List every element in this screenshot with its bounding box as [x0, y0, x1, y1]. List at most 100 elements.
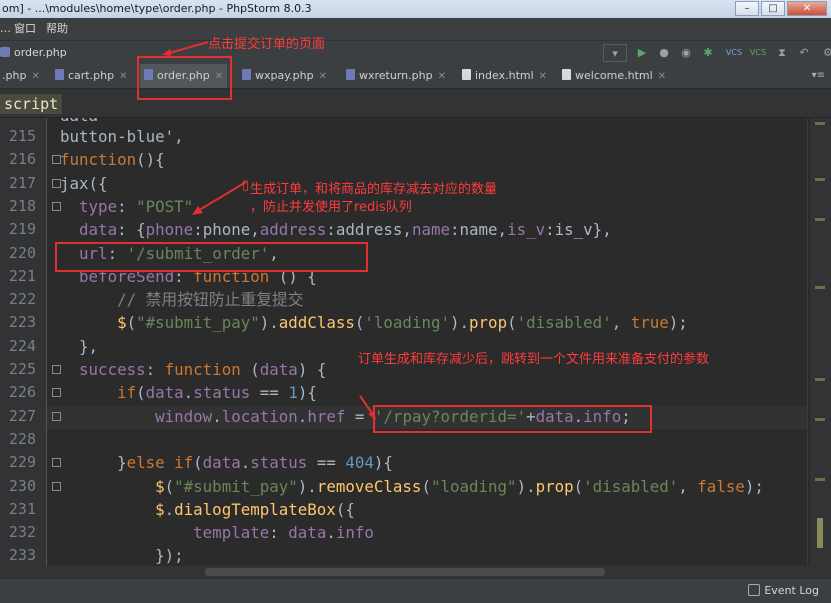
code-line: }); [60, 546, 184, 566]
menu-item-edge[interactable]: … [0, 18, 11, 40]
navigation-bar: order.php ▾ ▶ ● ◉ ✱ VCS VCS ⧗ ↶ ⚙ [0, 40, 831, 65]
annotation-order-line1: 生成订单，和将商品的库存减去对应的数量 [250, 182, 498, 197]
fold-marker-icon[interactable] [52, 365, 61, 374]
code-line: success: function (data) { [79, 360, 327, 379]
annotation-order-line2: ，防止并发使用了redis队列 [250, 200, 412, 215]
close-icon[interactable]: ✕ [31, 71, 39, 82]
maximize-icon[interactable]: □ [761, 1, 785, 16]
status-bar: Event Log [0, 578, 831, 603]
fold-marker-icon[interactable] [52, 411, 61, 421]
vcs-update-icon[interactable]: VCS [725, 44, 743, 62]
line-number: 231 [8, 499, 36, 518]
code-line: $("#submit_pay").addClass('loading').pro… [117, 313, 688, 333]
fold-marker-icon[interactable] [52, 388, 61, 398]
window-title-bar: om] - ...\modules\home\type\order.php - … [0, 0, 831, 18]
history-icon[interactable]: ⧗ [773, 44, 791, 62]
php-file-icon [0, 47, 10, 57]
revert-icon[interactable]: ↶ [795, 44, 813, 62]
close-icon[interactable]: ✕ [319, 71, 327, 82]
annotation-arrow-tab [162, 41, 209, 56]
annotation-box-redirect [373, 405, 652, 433]
line-number: 215 [8, 127, 36, 145]
close-icon[interactable]: ✕ [658, 71, 666, 82]
window-controls: – □ ✕ [735, 1, 827, 16]
annotation-box-tab [137, 56, 232, 100]
html-file-icon [462, 69, 471, 80]
settings-icon[interactable]: ⚙ [819, 44, 831, 62]
html-file-icon [562, 69, 571, 80]
event-log-icon [748, 584, 761, 596]
close-icon[interactable]: ✕ [539, 71, 547, 82]
tag-breadcrumb: script [0, 89, 831, 118]
line-number: 224 [8, 336, 36, 355]
line-number: 221 [8, 266, 36, 285]
event-log-button[interactable]: Event Log [748, 579, 819, 603]
line-number: 225 [8, 360, 36, 378]
stripe-marker [815, 122, 825, 125]
menu-item-window[interactable]: 窗口 [14, 18, 36, 40]
vcs-commit-icon[interactable]: VCS [749, 44, 767, 62]
code-line: if(data.status == 1){ [117, 383, 317, 403]
tab-index[interactable]: index.html ✕ [462, 64, 547, 88]
stripe-marker [815, 478, 825, 481]
window-title: om] - ...\modules\home\type\order.php - … [2, 2, 312, 15]
code-line: }else if(data.status == 404){ [60, 453, 393, 473]
line-number: 226 [8, 383, 36, 402]
horizontal-scrollbar[interactable] [0, 566, 831, 578]
stripe-marker [815, 178, 825, 181]
stripe-marker [815, 218, 825, 221]
line-number: 216 [8, 150, 36, 169]
fold-marker-icon[interactable] [52, 155, 61, 165]
minimize-icon[interactable]: – [735, 1, 759, 16]
code-line: $.dialogTemplateBox({ [155, 499, 355, 519]
line-number: 223 [8, 313, 36, 332]
line-number: 233 [8, 546, 36, 565]
fold-marker-icon[interactable] [52, 481, 61, 491]
code-line: function(){ [60, 150, 165, 170]
debug-icon[interactable]: ● [655, 44, 673, 62]
line-number: 232 [8, 523, 36, 542]
menu-item-help[interactable]: 帮助 [46, 18, 68, 40]
stripe-marker [815, 418, 825, 421]
code-line: $("#submit_pay").removeClass("loading").… [155, 476, 764, 496]
stripe-marker [815, 286, 825, 289]
plugin-icon[interactable]: ✱ [699, 44, 717, 62]
fold-marker-icon[interactable] [52, 178, 61, 188]
code-line: }, [60, 336, 99, 356]
php-file-icon [346, 69, 355, 80]
annotation-redirect: 订单生成和库存减少后，跳转到一个文件用来准备支付的参数 [358, 352, 710, 367]
line-number: 222 [8, 290, 36, 309]
line-number: 220 [8, 243, 36, 262]
horizontal-scrollbar-thumb[interactable] [205, 568, 605, 576]
annotation-box-url [55, 242, 368, 272]
close-icon[interactable]: ✕ [787, 1, 827, 16]
error-stripe[interactable] [810, 118, 831, 566]
breadcrumb-script-tag[interactable]: script [0, 94, 63, 114]
tab-cart[interactable]: cart.php ✕ [55, 64, 127, 88]
code-line: // 禁用按钮防止重复提交 [117, 290, 304, 310]
menu-bar: … 窗口 帮助 [0, 18, 831, 40]
tab-wxreturn[interactable]: wxreturn.php ✕ [346, 64, 446, 88]
close-icon[interactable]: ✕ [438, 71, 446, 82]
php-file-icon [242, 69, 251, 80]
code-line: jax({ [60, 173, 108, 193]
tab-welcome[interactable]: welcome.html ✕ [562, 64, 666, 88]
stripe-marker [815, 378, 825, 381]
line-number: 219 [8, 220, 36, 239]
fold-marker-icon[interactable] [52, 201, 61, 211]
run-icon[interactable]: ▶ [633, 44, 651, 62]
tab-wxpay[interactable]: wxpay.php ✕ [242, 64, 327, 88]
code-line: template: data.info [193, 523, 374, 543]
close-icon[interactable]: ✕ [119, 71, 127, 82]
line-number: 227 [8, 406, 36, 425]
fold-marker-icon[interactable] [52, 458, 61, 468]
tab-php[interactable]: .php ✕ [2, 64, 40, 88]
vertical-scrollbar-thumb[interactable] [817, 518, 823, 548]
coverage-icon[interactable]: ◉ [677, 44, 695, 62]
editor-tab-bar: .php ✕ cart.php ✕ order.php ✕ wxpay.php ✕ wx… [0, 64, 831, 89]
nav-file-crumb[interactable]: order.php [0, 41, 67, 65]
annotation-tab: 点击提交订单的页面 [208, 37, 326, 52]
tab-list-icon[interactable]: ▾≡ [812, 64, 825, 88]
run-config-dropdown[interactable]: ▾ [603, 44, 627, 62]
code-line: type: "POST", [79, 196, 203, 216]
